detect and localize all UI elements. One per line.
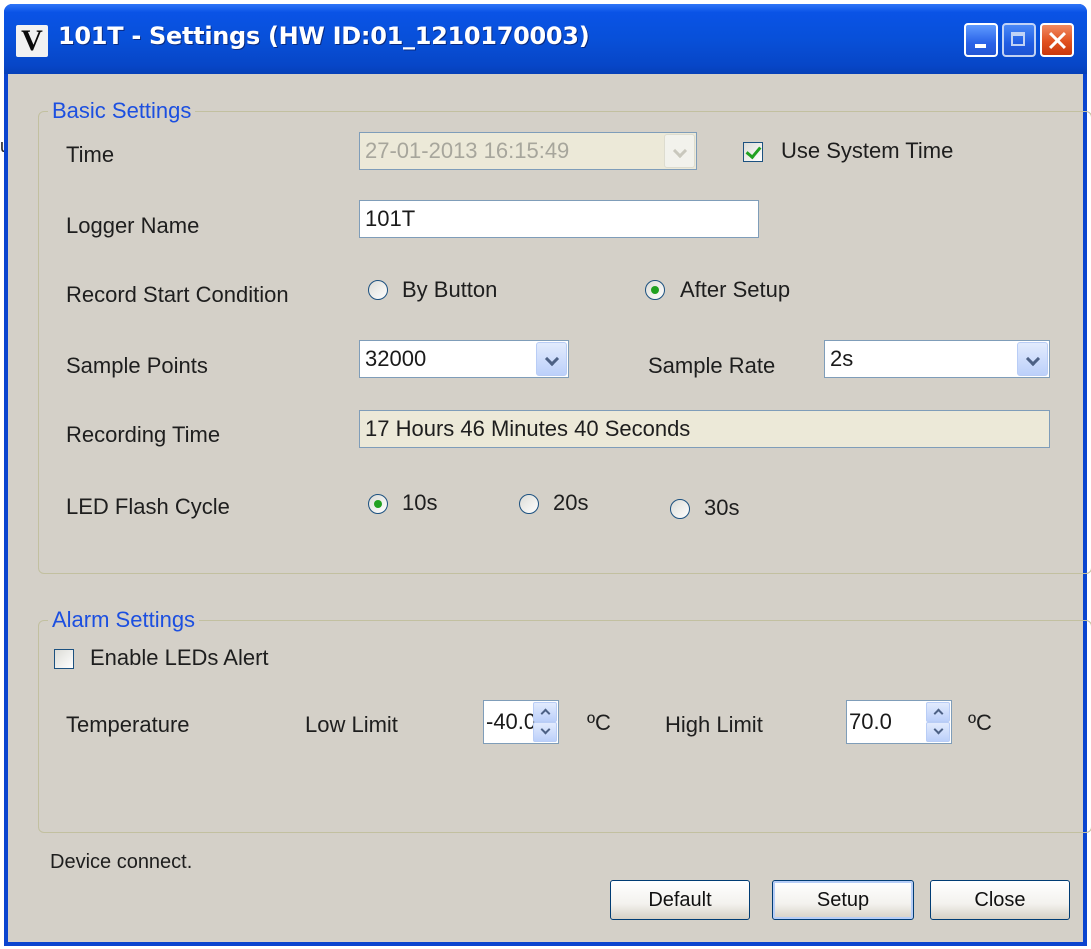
temperature-label: Temperature	[66, 712, 190, 737]
radio-after-setup[interactable]	[645, 280, 665, 300]
spin-down-icon[interactable]	[926, 722, 950, 742]
high-limit-unit: ºC	[968, 710, 992, 735]
chevron-down-icon[interactable]	[1017, 342, 1048, 376]
status-text: Device connect.	[50, 851, 193, 873]
enable-leds-label[interactable]: Enable LEDs Alert	[90, 645, 269, 671]
low-limit-label: Low Limit	[305, 712, 398, 737]
chevron-down-icon[interactable]	[664, 134, 695, 168]
sample-points-value: 32000	[365, 346, 427, 371]
led-flash-label: LED Flash Cycle	[66, 494, 230, 519]
sample-rate-select[interactable]: 2s	[824, 340, 1050, 378]
basic-settings-legend: Basic Settings	[52, 98, 192, 123]
low-limit-spinner[interactable]: -40.0	[483, 700, 559, 744]
enable-leds-checkbox[interactable]	[54, 649, 74, 669]
setup-button[interactable]: Setup	[772, 880, 914, 920]
low-limit-value[interactable]: -40.0	[486, 701, 536, 743]
minimize-button[interactable]	[964, 23, 998, 57]
title-bar[interactable]: V 101T - Settings (HW ID:01_1210170003)	[4, 4, 1087, 74]
time-picker[interactable]: 27-01-2013 16:15:49	[359, 132, 697, 170]
use-system-time-label[interactable]: Use System Time	[781, 138, 953, 164]
chevron-down-icon[interactable]	[536, 342, 567, 376]
close-window-button[interactable]	[1040, 23, 1074, 57]
high-limit-label: High Limit	[665, 712, 763, 737]
sample-points-select[interactable]: 32000	[359, 340, 569, 378]
maximize-button[interactable]	[1002, 23, 1036, 57]
spin-up-icon[interactable]	[533, 702, 557, 722]
radio-led-30s[interactable]	[670, 499, 690, 519]
recording-time-label: Recording Time	[66, 422, 221, 447]
radio-by-button-label[interactable]: By Button	[402, 277, 497, 303]
radio-led-20s[interactable]	[519, 494, 539, 514]
default-button[interactable]: Default	[610, 880, 750, 920]
record-start-label: Record Start Condition	[66, 282, 289, 307]
radio-led-30s-label[interactable]: 30s	[704, 495, 739, 521]
settings-window: V 101T - Settings (HW ID:01_1210170003) …	[4, 4, 1091, 946]
radio-led-20s-label[interactable]: 20s	[553, 490, 588, 516]
logger-name-label: Logger Name	[66, 213, 200, 238]
radio-led-10s[interactable]	[368, 494, 388, 514]
dialog-body: Basic Settings Time 27-01-2013 16:15:49 …	[8, 74, 1091, 942]
recording-time-field: 17 Hours 46 Minutes 40 Seconds	[359, 410, 1050, 448]
high-limit-spinner[interactable]: 70.0	[846, 700, 952, 744]
sample-rate-value: 2s	[830, 346, 854, 371]
spin-down-icon[interactable]	[533, 722, 557, 742]
spin-up-icon[interactable]	[926, 702, 950, 722]
time-label: Time	[66, 142, 115, 167]
window-title: 101T - Settings (HW ID:01_1210170003)	[58, 22, 590, 50]
radio-after-setup-label[interactable]: After Setup	[680, 277, 790, 303]
sample-points-label: Sample Points	[66, 353, 208, 378]
sample-rate-label: Sample Rate	[648, 353, 776, 378]
use-system-time-checkbox[interactable]	[743, 142, 763, 162]
time-value: 27-01-2013 16:15:49	[365, 138, 570, 163]
radio-led-10s-label[interactable]: 10s	[402, 490, 437, 516]
radio-by-button[interactable]	[368, 280, 388, 300]
alarm-settings-legend: Alarm Settings	[52, 607, 196, 632]
app-logo-icon: V	[16, 25, 48, 57]
close-button[interactable]: Close	[930, 880, 1070, 920]
low-limit-unit: ºC	[587, 710, 611, 735]
logger-name-input[interactable]: 101T	[359, 200, 759, 238]
high-limit-value[interactable]: 70.0	[849, 701, 892, 743]
